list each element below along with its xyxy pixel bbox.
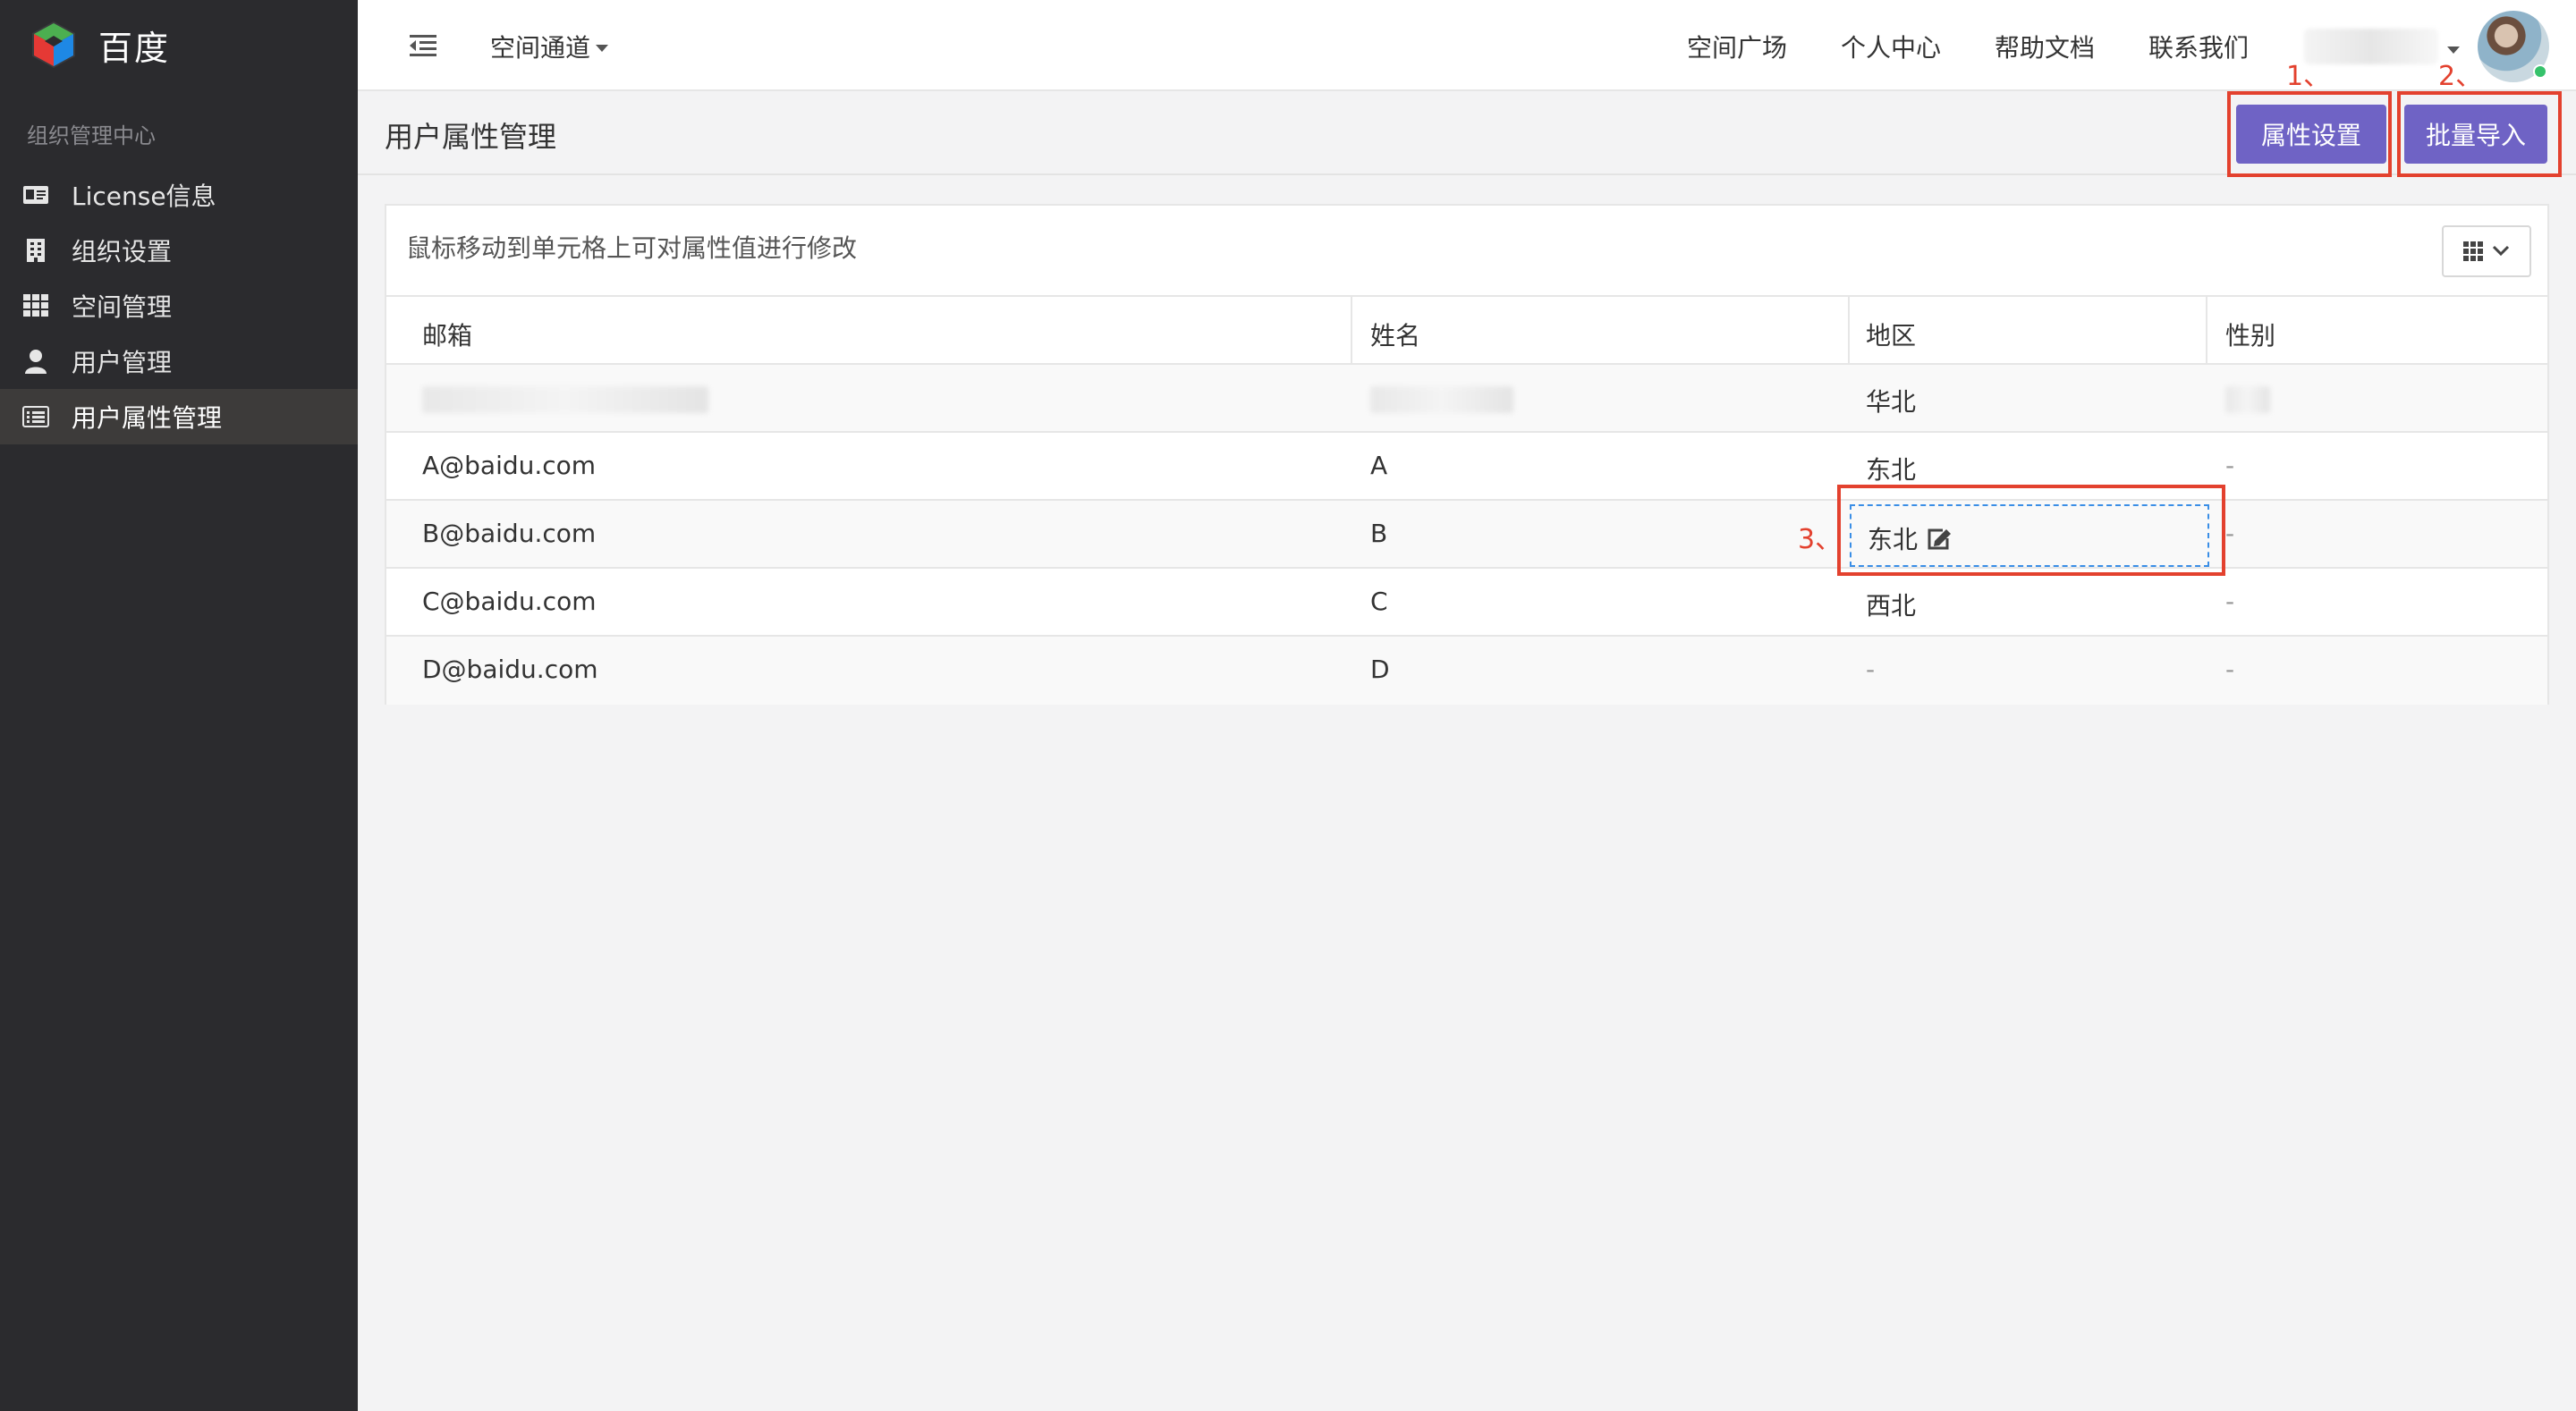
sidebar-item-label: License信息: [72, 182, 216, 211]
annotation-number-2: 2、: [2438, 61, 2483, 92]
edit-hint-text: 鼠标移动到单元格上可对属性值进行修改: [406, 233, 858, 263]
table-row: C@baidu.com C 西北 -: [386, 569, 2547, 637]
name-cell-redacted[interactable]: [1370, 386, 1513, 413]
annotation-box-2: [2397, 91, 2562, 177]
gender-cell[interactable]: -: [2225, 655, 2234, 684]
region-cell[interactable]: 西北: [1866, 587, 1916, 622]
sidebar-item-label: 用户属性管理: [72, 403, 223, 433]
sidebar-section-title: 组织管理中心: [27, 123, 156, 148]
sidebar: 百度 组织管理中心 License信息 组织设置 空间管理 用户管理 用户属性管…: [0, 0, 358, 1411]
email-cell[interactable]: D@baidu.com: [422, 655, 598, 684]
email-cell[interactable]: A@baidu.com: [422, 451, 596, 480]
name-cell[interactable]: A: [1370, 451, 1387, 480]
column-header-region[interactable]: 地区: [1866, 317, 1916, 352]
user-menu-chevron-icon[interactable]: [2447, 46, 2460, 54]
annotation-number-3: 3、: [1798, 524, 1843, 555]
list-icon: [21, 402, 50, 431]
region-cell[interactable]: 东北: [1866, 451, 1916, 486]
chevron-down-icon: [596, 45, 609, 52]
column-toggle-button[interactable]: [2442, 225, 2531, 277]
sidebar-item-user-management[interactable]: 用户管理: [0, 334, 358, 389]
sidebar-item-label: 空间管理: [72, 292, 173, 322]
sidebar-item-space-management[interactable]: 空间管理: [0, 278, 358, 334]
gender-cell-redacted[interactable]: [2225, 386, 2270, 413]
nav-link-help-docs[interactable]: 帮助文档: [1995, 29, 2095, 64]
name-cell[interactable]: D: [1370, 655, 1390, 684]
column-header-name[interactable]: 姓名: [1370, 317, 1420, 352]
grid-icon: [2463, 241, 2483, 261]
gender-cell[interactable]: -: [2225, 587, 2234, 616]
annotation-number-1: 1、: [2286, 61, 2331, 92]
gender-cell[interactable]: -: [2225, 519, 2234, 548]
annotation-box-3: [1837, 485, 2225, 576]
user-attribute-panel: 鼠标移动到单元格上可对属性值进行修改 邮箱 姓名 地区 性别 华北 A@baid…: [385, 204, 2549, 705]
id-card-icon: [21, 181, 50, 209]
table-row: D@baidu.com D - -: [386, 637, 2547, 705]
sidebar-item-label: 组织设置: [72, 237, 173, 266]
name-cell[interactable]: C: [1370, 587, 1388, 616]
column-header-gender[interactable]: 性别: [2225, 317, 2275, 352]
column-divider: [1848, 297, 1850, 367]
user-icon: [21, 347, 50, 376]
topbar: 空间通道 空间广场 个人中心 帮助文档 联系我们: [358, 0, 2576, 91]
nav-link-space-plaza[interactable]: 空间广场: [1687, 29, 1787, 64]
online-status-icon: [2533, 64, 2547, 79]
building-icon: [21, 236, 50, 265]
chevron-down-icon: [2492, 245, 2510, 257]
brand-name: 百度: [98, 28, 171, 68]
gender-cell[interactable]: -: [2225, 451, 2234, 480]
grid-icon: [21, 291, 50, 320]
region-cell[interactable]: -: [1866, 655, 1875, 684]
nav-link-personal-center[interactable]: 个人中心: [1841, 29, 1941, 64]
space-channel-dropdown[interactable]: 空间通道: [490, 29, 609, 64]
hexagon-cube-logo: [32, 21, 75, 68]
column-header-email[interactable]: 邮箱: [422, 317, 472, 352]
sidebar-item-label: 用户管理: [72, 348, 173, 377]
email-cell[interactable]: C@baidu.com: [422, 587, 596, 616]
space-channel-label: 空间通道: [490, 33, 591, 63]
name-cell[interactable]: B: [1370, 519, 1387, 548]
sidebar-item-user-attribute-management[interactable]: 用户属性管理: [0, 389, 358, 444]
sidebar-toggle-icon[interactable]: [410, 32, 436, 59]
region-cell[interactable]: 华北: [1866, 383, 1916, 418]
page-title: 用户属性管理: [385, 120, 557, 154]
table-header: 邮箱 姓名 地区 性别: [386, 295, 2547, 367]
brand[interactable]: 百度: [0, 0, 358, 89]
table-row: 华北: [386, 365, 2547, 433]
sidebar-item-org-settings[interactable]: 组织设置: [0, 223, 358, 278]
sidebar-item-license[interactable]: License信息: [0, 167, 358, 223]
email-cell[interactable]: B@baidu.com: [422, 519, 596, 548]
email-cell-redacted[interactable]: [422, 386, 708, 413]
annotation-box-1: [2227, 91, 2392, 177]
column-divider: [1351, 297, 1352, 367]
nav-link-contact-us[interactable]: 联系我们: [2148, 29, 2249, 64]
column-divider: [2206, 297, 2207, 367]
